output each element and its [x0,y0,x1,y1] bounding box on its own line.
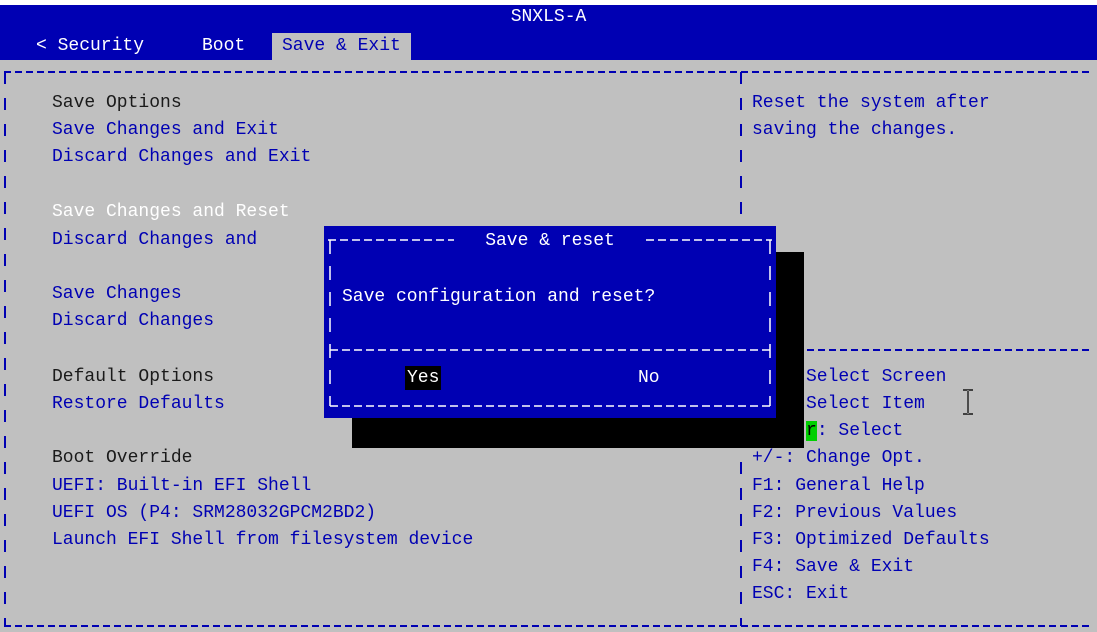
tab-bar: < Security Boot Save & Exit [0,30,1097,60]
text-cursor-icon [963,389,973,415]
key-general-help: F1: General Help [752,476,925,496]
yes-button[interactable]: Yes [405,366,442,390]
discard-changes-and-reset-item[interactable]: Discard Changes and [52,227,257,253]
boot-override-header: Boot Override [52,448,193,468]
save-options-header: Save Options [52,93,182,113]
key-optimized-defaults: F3: Optimized Defaults [752,530,990,550]
no-button[interactable]: No [636,366,662,390]
help-text-line2: saving the changes. [752,120,958,140]
key-enter-select: r: Select [806,418,903,444]
enter-key-highlight: r [806,421,817,441]
tab-boot[interactable]: Boot [202,33,245,60]
main-panel: Save Options Save Changes and Exit Disca… [0,60,1097,632]
bios-screen: SNXLS-A < Security Boot Save & Exit Save… [0,0,1097,632]
help-text-line1: Reset the system after [752,93,990,113]
discard-changes-item[interactable]: Discard Changes [52,308,214,334]
discard-changes-and-exit-item[interactable]: Discard Changes and Exit [52,144,311,170]
key-previous-values: F2: Previous Values [752,503,958,523]
tab-security[interactable]: < Security [36,33,144,60]
save-reset-dialog: Save & reset Save configuration and rese… [324,226,776,418]
key-change-opt: +/-: Change Opt. [752,448,925,468]
save-changes-and-reset-item[interactable]: Save Changes and Reset [52,199,290,225]
save-changes-and-exit-item[interactable]: Save Changes and Exit [52,117,279,143]
key-save-exit: F4: Save & Exit [752,557,915,577]
uefi-builtin-shell-item[interactable]: UEFI: Built-in EFI Shell [52,473,311,499]
restore-defaults-item[interactable]: Restore Defaults [52,391,225,417]
uefi-os-item[interactable]: UEFI OS (P4: SRM28032GPCM2BD2) [52,500,376,526]
default-options-header: Default Options [52,367,215,387]
window-title: SNXLS-A [0,5,1097,30]
dialog-border [328,239,772,407]
tab-save-exit[interactable]: Save & Exit [272,33,411,60]
launch-efi-shell-item[interactable]: Launch EFI Shell from filesystem device [52,527,473,553]
enter-select-label: : Select [816,421,904,441]
key-select-screen: Select Screen [806,367,947,387]
key-select-item: Select Item [806,394,925,414]
save-changes-item[interactable]: Save Changes [52,281,182,307]
dialog-message: Save configuration and reset? [342,287,656,307]
key-esc-exit: ESC: Exit [752,584,850,604]
dialog-title: Save & reset [485,231,615,251]
